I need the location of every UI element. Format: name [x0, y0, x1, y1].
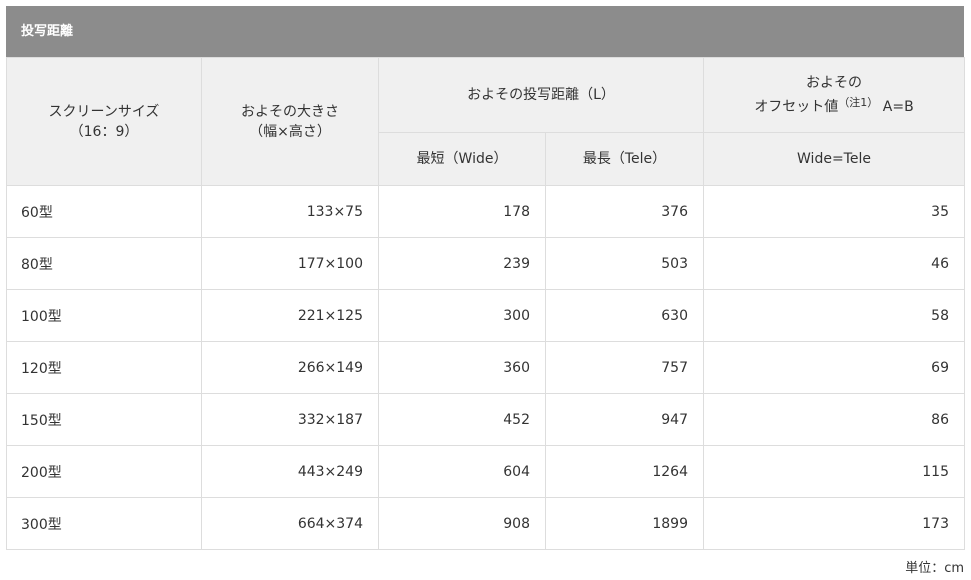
table-row: 300型 664×374 908 1899 173 [6, 497, 965, 550]
cell-dims: 266×149 [201, 341, 379, 394]
header-offset-line1: およその [806, 75, 862, 91]
cell-dims: 133×75 [201, 185, 379, 238]
header-shortest: 最短（Wide） [378, 132, 546, 186]
cell-shortest: 178 [378, 185, 546, 238]
cell-offset: 86 [703, 393, 965, 446]
cell-longest: 376 [545, 185, 704, 238]
cell-longest: 947 [545, 393, 704, 446]
throw-distance-section: 投写距離 スクリーンサイズ （16：9） およその大きさ （幅×高さ） およその… [6, 6, 965, 550]
header-approx-size-line2: （幅×高さ） [249, 123, 331, 140]
table-row: 120型 266×149 360 757 69 [6, 341, 965, 394]
header-throw-distance: およその投写距離（L） [378, 57, 704, 133]
cell-shortest: 452 [378, 393, 546, 446]
cell-size: 60型 [6, 185, 202, 238]
table-row: 200型 443×249 604 1264 115 [6, 445, 965, 498]
cell-shortest: 300 [378, 289, 546, 342]
cell-shortest: 360 [378, 341, 546, 394]
header-offset-ab: A=B [882, 99, 914, 115]
table-header: スクリーンサイズ （16：9） およその大きさ （幅×高さ） およその投写距離（… [6, 57, 965, 186]
cell-dims: 443×249 [201, 445, 379, 498]
table-body: 60型 133×75 178 376 35 80型 177×100 239 50… [6, 185, 965, 550]
table-row: 60型 133×75 178 376 35 [6, 185, 965, 238]
header-offset-line2: オフセット値 [754, 99, 839, 115]
cell-size: 120型 [6, 341, 202, 394]
table-row: 100型 221×125 300 630 58 [6, 289, 965, 342]
cell-dims: 221×125 [201, 289, 379, 342]
header-screen-size-line2: （16：9） [69, 123, 139, 140]
cell-shortest: 604 [378, 445, 546, 498]
cell-dims: 664×374 [201, 497, 379, 550]
header-approx-size-line1: およその大きさ [241, 103, 339, 120]
cell-size: 100型 [6, 289, 202, 342]
cell-longest: 503 [545, 237, 704, 290]
cell-offset: 35 [703, 185, 965, 238]
header-screen-size: スクリーンサイズ （16：9） [6, 57, 202, 186]
throw-distance-table: スクリーンサイズ （16：9） およその大きさ （幅×高さ） およその投写距離（… [6, 57, 965, 550]
table-row: 80型 177×100 239 503 46 [6, 237, 965, 290]
offset-note: （注1） [838, 96, 879, 109]
cell-size: 300型 [6, 497, 202, 550]
cell-offset: 46 [703, 237, 965, 290]
cell-shortest: 239 [378, 237, 546, 290]
cell-offset: 58 [703, 289, 965, 342]
cell-size: 200型 [6, 445, 202, 498]
cell-dims: 177×100 [201, 237, 379, 290]
header-screen-size-line1: スクリーンサイズ [48, 103, 160, 120]
cell-longest: 1899 [545, 497, 704, 550]
header-wide-tele: Wide=Tele [703, 132, 965, 186]
cell-offset: 115 [703, 445, 965, 498]
cell-shortest: 908 [378, 497, 546, 550]
cell-longest: 1264 [545, 445, 704, 498]
cell-size: 150型 [6, 393, 202, 446]
section-title: 投写距離 [6, 6, 964, 57]
header-longest: 最長（Tele） [545, 132, 704, 186]
table-row: 150型 332×187 452 947 86 [6, 393, 965, 446]
cell-size: 80型 [6, 237, 202, 290]
cell-offset: 69 [703, 341, 965, 394]
cell-dims: 332×187 [201, 393, 379, 446]
unit-label: 単位：cm [905, 561, 964, 576]
header-approx-size: およその大きさ （幅×高さ） [201, 57, 379, 186]
cell-longest: 757 [545, 341, 704, 394]
header-offset: およその オフセット値（注1） A=B [703, 57, 965, 133]
cell-longest: 630 [545, 289, 704, 342]
cell-offset: 173 [703, 497, 965, 550]
